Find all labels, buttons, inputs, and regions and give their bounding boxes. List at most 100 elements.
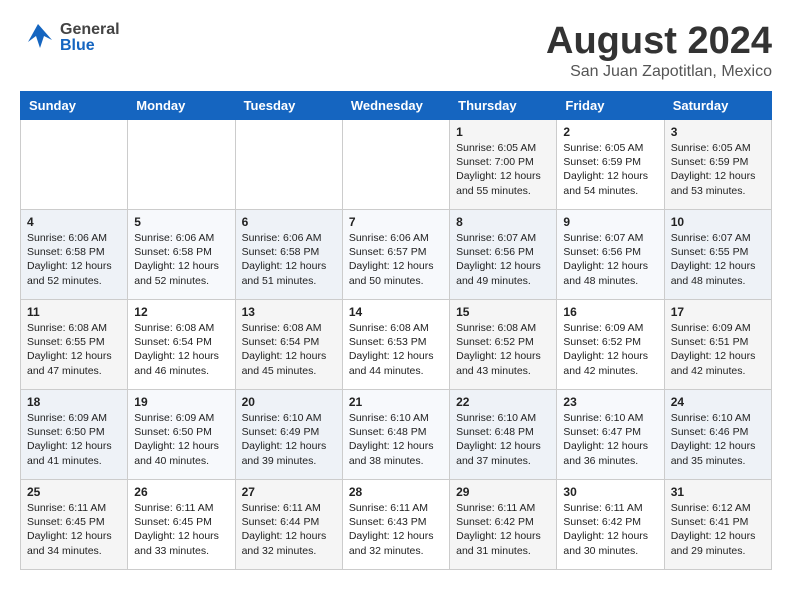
col-header-tuesday: Tuesday	[235, 92, 342, 120]
col-header-sunday: Sunday	[21, 92, 128, 120]
calendar-cell: 16Sunrise: 6:09 AMSunset: 6:52 PMDayligh…	[557, 300, 664, 390]
calendar-week-row: 4Sunrise: 6:06 AMSunset: 6:58 PMDaylight…	[21, 210, 772, 300]
day-info: Daylight: 12 hours	[349, 349, 443, 363]
day-info: and 31 minutes.	[456, 544, 550, 558]
day-info: and 34 minutes.	[27, 544, 121, 558]
day-info: Sunrise: 6:06 AM	[242, 231, 336, 245]
day-info: and 33 minutes.	[134, 544, 228, 558]
day-number: 21	[349, 395, 443, 409]
calendar-cell: 9Sunrise: 6:07 AMSunset: 6:56 PMDaylight…	[557, 210, 664, 300]
day-info: Sunrise: 6:06 AM	[27, 231, 121, 245]
day-number: 5	[134, 215, 228, 229]
day-number: 11	[27, 305, 121, 319]
day-info: Sunset: 6:47 PM	[563, 425, 657, 439]
day-number: 29	[456, 485, 550, 499]
day-number: 19	[134, 395, 228, 409]
day-info: and 37 minutes.	[456, 454, 550, 468]
calendar-cell: 24Sunrise: 6:10 AMSunset: 6:46 PMDayligh…	[664, 390, 771, 480]
calendar-cell: 20Sunrise: 6:10 AMSunset: 6:49 PMDayligh…	[235, 390, 342, 480]
day-info: Daylight: 12 hours	[27, 259, 121, 273]
calendar-cell: 5Sunrise: 6:06 AMSunset: 6:58 PMDaylight…	[128, 210, 235, 300]
day-info: Sunrise: 6:12 AM	[671, 501, 765, 515]
day-info: Sunrise: 6:08 AM	[456, 321, 550, 335]
calendar-cell	[342, 120, 449, 210]
day-info: Sunset: 6:52 PM	[456, 335, 550, 349]
day-info: Sunset: 6:49 PM	[242, 425, 336, 439]
day-info: Sunrise: 6:10 AM	[563, 411, 657, 425]
day-info: and 32 minutes.	[349, 544, 443, 558]
calendar-cell: 10Sunrise: 6:07 AMSunset: 6:55 PMDayligh…	[664, 210, 771, 300]
day-info: and 40 minutes.	[134, 454, 228, 468]
day-info: Sunset: 6:44 PM	[242, 515, 336, 529]
day-info: Sunset: 6:58 PM	[27, 245, 121, 259]
day-info: Sunset: 6:48 PM	[349, 425, 443, 439]
day-info: Daylight: 12 hours	[27, 439, 121, 453]
calendar-cell	[21, 120, 128, 210]
day-number: 2	[563, 125, 657, 139]
day-info: Daylight: 12 hours	[134, 259, 228, 273]
day-info: Sunset: 6:46 PM	[671, 425, 765, 439]
day-info: Sunrise: 6:05 AM	[563, 141, 657, 155]
day-info: Sunrise: 6:08 AM	[349, 321, 443, 335]
day-number: 9	[563, 215, 657, 229]
calendar-cell: 13Sunrise: 6:08 AMSunset: 6:54 PMDayligh…	[235, 300, 342, 390]
calendar-week-row: 11Sunrise: 6:08 AMSunset: 6:55 PMDayligh…	[21, 300, 772, 390]
day-number: 1	[456, 125, 550, 139]
day-info: Sunrise: 6:08 AM	[134, 321, 228, 335]
day-info: Daylight: 12 hours	[242, 439, 336, 453]
day-number: 22	[456, 395, 550, 409]
calendar-cell: 6Sunrise: 6:06 AMSunset: 6:58 PMDaylight…	[235, 210, 342, 300]
day-info: Sunset: 6:42 PM	[456, 515, 550, 529]
logo-general-text: General	[60, 22, 120, 38]
day-info: Daylight: 12 hours	[671, 439, 765, 453]
day-number: 14	[349, 305, 443, 319]
day-info: Sunset: 6:56 PM	[456, 245, 550, 259]
day-info: and 48 minutes.	[671, 274, 765, 288]
day-info: Sunset: 6:50 PM	[134, 425, 228, 439]
day-info: Sunset: 6:48 PM	[456, 425, 550, 439]
day-info: Daylight: 12 hours	[456, 529, 550, 543]
calendar-cell: 29Sunrise: 6:11 AMSunset: 6:42 PMDayligh…	[450, 480, 557, 570]
day-info: Sunset: 6:54 PM	[134, 335, 228, 349]
calendar-cell: 12Sunrise: 6:08 AMSunset: 6:54 PMDayligh…	[128, 300, 235, 390]
day-info: Daylight: 12 hours	[563, 529, 657, 543]
day-info: Sunset: 6:52 PM	[563, 335, 657, 349]
day-info: and 41 minutes.	[27, 454, 121, 468]
day-info: and 51 minutes.	[242, 274, 336, 288]
day-info: Sunrise: 6:09 AM	[134, 411, 228, 425]
day-info: Daylight: 12 hours	[349, 259, 443, 273]
day-info: Daylight: 12 hours	[242, 349, 336, 363]
day-info: Daylight: 12 hours	[671, 169, 765, 183]
calendar-cell: 28Sunrise: 6:11 AMSunset: 6:43 PMDayligh…	[342, 480, 449, 570]
day-info: Sunset: 6:45 PM	[134, 515, 228, 529]
day-info: Daylight: 12 hours	[563, 259, 657, 273]
calendar-cell: 23Sunrise: 6:10 AMSunset: 6:47 PMDayligh…	[557, 390, 664, 480]
day-info: Daylight: 12 hours	[456, 259, 550, 273]
calendar-cell: 2Sunrise: 6:05 AMSunset: 6:59 PMDaylight…	[557, 120, 664, 210]
day-number: 10	[671, 215, 765, 229]
day-number: 16	[563, 305, 657, 319]
day-info: Sunset: 6:56 PM	[563, 245, 657, 259]
day-info: Daylight: 12 hours	[349, 439, 443, 453]
day-info: Sunset: 6:59 PM	[563, 155, 657, 169]
day-info: and 29 minutes.	[671, 544, 765, 558]
day-info: and 42 minutes.	[563, 364, 657, 378]
day-info: Sunrise: 6:09 AM	[563, 321, 657, 335]
day-number: 25	[27, 485, 121, 499]
month-year-title: August 2024	[546, 20, 772, 63]
calendar-cell: 14Sunrise: 6:08 AMSunset: 6:53 PMDayligh…	[342, 300, 449, 390]
day-info: Daylight: 12 hours	[456, 169, 550, 183]
calendar-cell: 19Sunrise: 6:09 AMSunset: 6:50 PMDayligh…	[128, 390, 235, 480]
day-info: Daylight: 12 hours	[671, 349, 765, 363]
day-info: and 52 minutes.	[134, 274, 228, 288]
day-info: and 32 minutes.	[242, 544, 336, 558]
day-info: Daylight: 12 hours	[456, 439, 550, 453]
day-number: 6	[242, 215, 336, 229]
day-info: Sunrise: 6:10 AM	[456, 411, 550, 425]
day-info: and 38 minutes.	[349, 454, 443, 468]
calendar-cell: 7Sunrise: 6:06 AMSunset: 6:57 PMDaylight…	[342, 210, 449, 300]
day-info: Sunrise: 6:09 AM	[671, 321, 765, 335]
day-info: and 50 minutes.	[349, 274, 443, 288]
day-number: 31	[671, 485, 765, 499]
day-number: 20	[242, 395, 336, 409]
